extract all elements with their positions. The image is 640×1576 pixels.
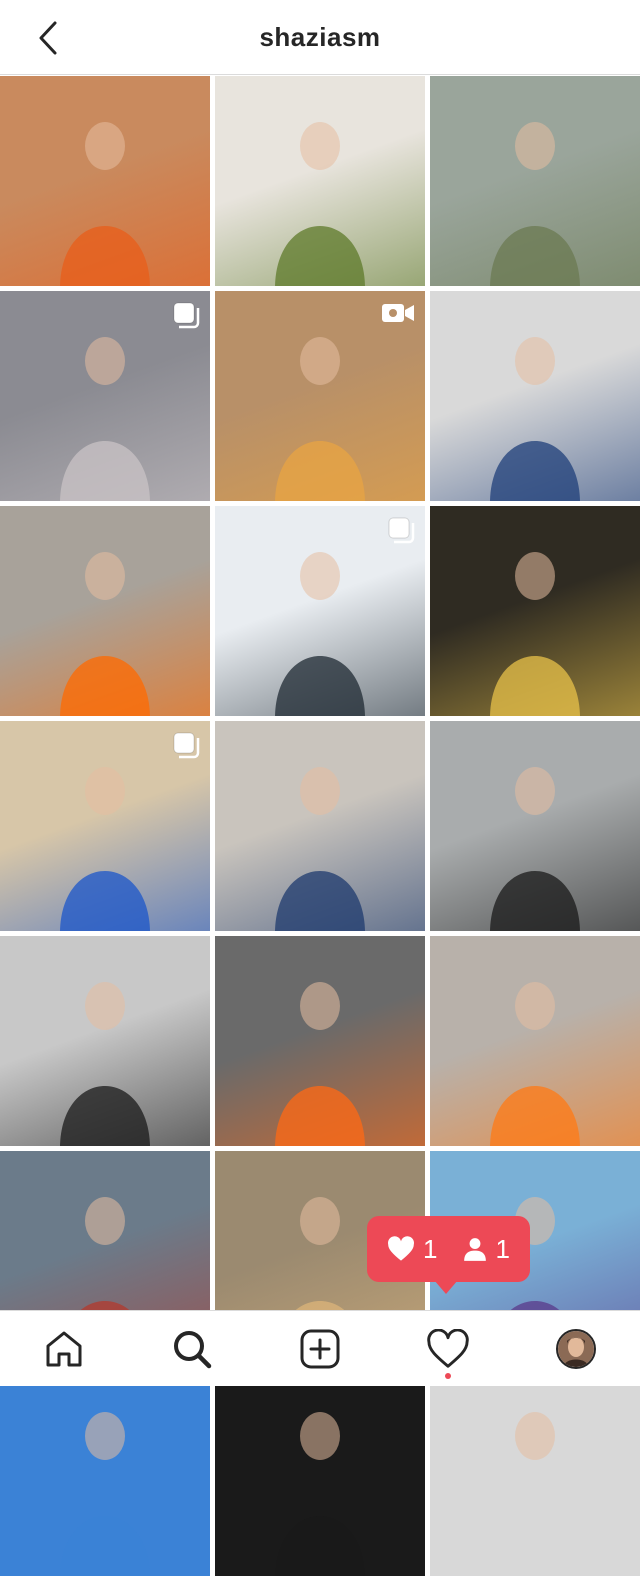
nav-activity[interactable] xyxy=(424,1325,472,1373)
heart-filled-icon xyxy=(388,1236,415,1261)
video-icon xyxy=(382,304,414,322)
photo-content xyxy=(490,1412,580,1576)
post-thumbnail[interactable] xyxy=(0,1366,210,1576)
post-thumbnail[interactable] xyxy=(215,291,425,501)
likes-number: 1 xyxy=(423,1233,438,1264)
post-thumbnail[interactable] xyxy=(0,721,210,931)
post-thumbnail[interactable] xyxy=(0,506,210,716)
carousel-icon xyxy=(388,517,415,544)
post-thumbnail[interactable] xyxy=(430,721,640,931)
header: shaziasm xyxy=(0,0,640,75)
post-thumbnail[interactable] xyxy=(430,506,640,716)
post-thumbnail[interactable] xyxy=(0,936,210,1146)
post-thumbnail[interactable] xyxy=(215,76,425,286)
post-thumbnail[interactable] xyxy=(430,1366,640,1576)
followers-number: 1 xyxy=(495,1233,510,1264)
photo-content xyxy=(490,122,580,286)
photo-content xyxy=(60,1412,150,1576)
post-thumbnail[interactable] xyxy=(215,506,425,716)
activity-toast[interactable]: 1 1 xyxy=(367,1216,530,1282)
post-thumbnail[interactable] xyxy=(215,1366,425,1576)
carousel-icon xyxy=(173,302,200,329)
post-thumbnail[interactable] xyxy=(215,936,425,1146)
profile-username-title: shaziasm xyxy=(259,22,381,52)
post-thumbnail[interactable] xyxy=(0,291,210,501)
photo-content xyxy=(490,337,580,501)
photo-content xyxy=(60,552,150,716)
search-icon xyxy=(174,1331,212,1369)
photo-content xyxy=(490,767,580,931)
photo-content xyxy=(275,982,365,1146)
post-thumbnail[interactable] xyxy=(430,936,640,1146)
profile-avatar xyxy=(556,1329,596,1369)
nav-home[interactable] xyxy=(40,1325,88,1373)
photo-content xyxy=(60,982,150,1146)
nav-profile[interactable] xyxy=(552,1325,600,1373)
post-thumbnail[interactable] xyxy=(430,291,640,501)
person-filled-icon xyxy=(463,1238,486,1261)
photo-content xyxy=(490,982,580,1146)
bottom-nav xyxy=(0,1310,640,1386)
nav-new-post[interactable] xyxy=(296,1325,344,1373)
followers-count: 1 xyxy=(462,1234,510,1265)
post-thumbnail[interactable] xyxy=(0,76,210,286)
photo-content xyxy=(490,552,580,716)
post-thumbnail[interactable] xyxy=(215,721,425,931)
carousel-icon xyxy=(173,732,200,759)
toast-pointer xyxy=(434,1280,458,1294)
nav-search[interactable] xyxy=(168,1325,216,1373)
activity-indicator-dot xyxy=(445,1373,451,1379)
home-icon xyxy=(46,1331,82,1367)
post-thumbnail[interactable] xyxy=(430,76,640,286)
heart-icon xyxy=(427,1329,469,1368)
photo-content xyxy=(275,767,365,931)
likes-count: 1 xyxy=(387,1233,438,1265)
photo-content xyxy=(275,122,365,286)
photo-content xyxy=(275,1412,365,1576)
photo-content xyxy=(60,122,150,286)
add-post-icon xyxy=(300,1329,340,1369)
